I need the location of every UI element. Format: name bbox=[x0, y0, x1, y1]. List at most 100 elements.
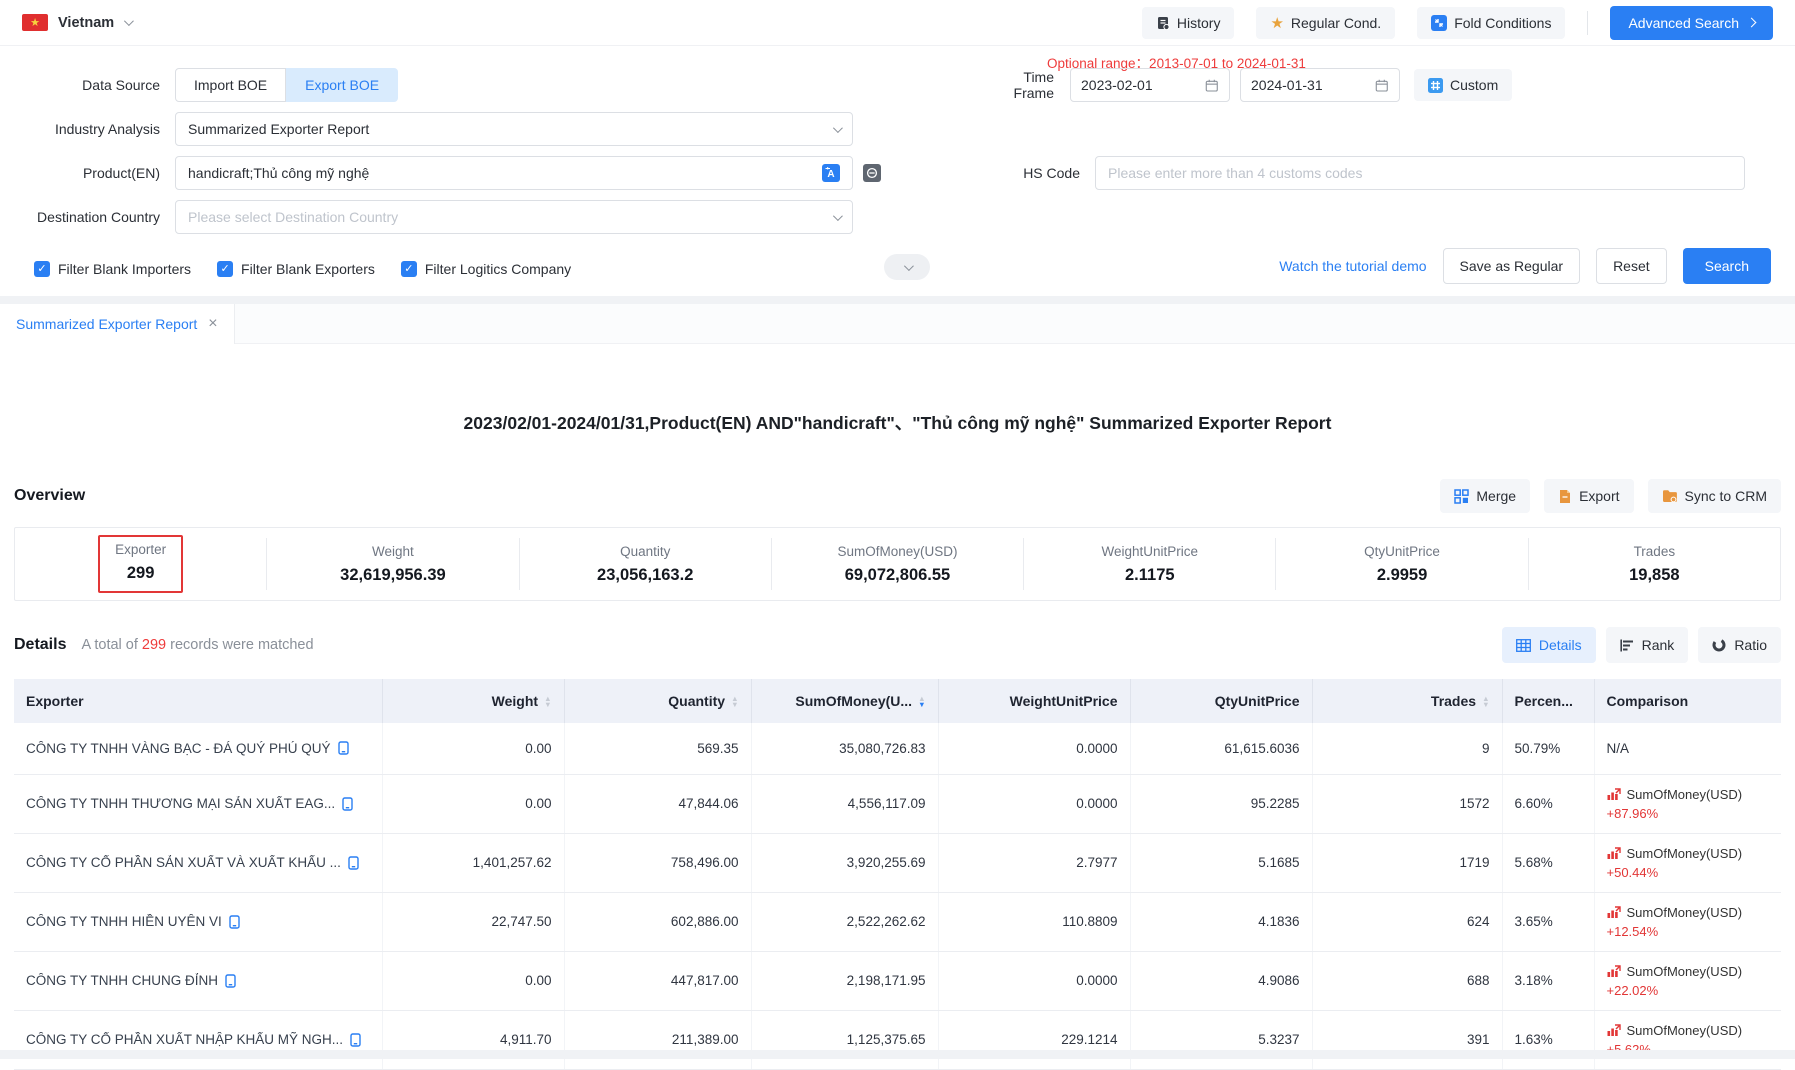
country-selector-label[interactable]: Vietnam bbox=[58, 15, 114, 31]
stat-label: SumOfMoney(USD) bbox=[772, 544, 1023, 559]
view-ratio-button[interactable]: Ratio bbox=[1698, 627, 1781, 663]
chevron-down-icon[interactable] bbox=[124, 16, 134, 26]
table-row[interactable]: CÔNG TY TNHH CHUNG ĐỈNH 0.00 447,817.00 … bbox=[14, 951, 1781, 1010]
exporter-name[interactable]: CÔNG TY TNHH HIỀN UYÊN VI bbox=[26, 914, 222, 929]
col-quantity[interactable]: Quantity▲▼ bbox=[564, 679, 751, 723]
star-icon: ★ bbox=[1270, 14, 1283, 32]
table-header-row: Exporter Weight▲▼ Quantity▲▼ SumOfMoney(… bbox=[14, 679, 1781, 723]
date-to-input[interactable] bbox=[1251, 77, 1375, 93]
exporter-name[interactable]: CÔNG TY CỔ PHẦN XUẤT NHẬP KHẨU MỸ NGH... bbox=[26, 1032, 343, 1047]
checkbox-filter-blank-exporters[interactable]: ✓ Filter Blank Exporters bbox=[217, 261, 375, 277]
reset-button[interactable]: Reset bbox=[1596, 248, 1667, 284]
contact-icon[interactable] bbox=[338, 741, 349, 755]
result-tabbar: Summarized Exporter Report × bbox=[0, 304, 1795, 344]
horizontal-scrollbar[interactable] bbox=[0, 1050, 1795, 1059]
exporter-name[interactable]: CÔNG TY TNHH CHUNG ĐỈNH bbox=[26, 973, 218, 988]
percentage-cell: 6.60% bbox=[1502, 774, 1594, 833]
translate-icon[interactable]: A bbox=[822, 164, 840, 182]
export-button[interactable]: Export bbox=[1544, 479, 1633, 513]
exporter-name[interactable]: CÔNG TY CỔ PHẦN SẢN XUẤT VÀ XUẤT KHẨU ..… bbox=[26, 855, 341, 870]
stat-label: Quantity bbox=[520, 544, 771, 559]
advanced-search-button[interactable]: Advanced Search bbox=[1610, 6, 1773, 40]
contact-icon[interactable] bbox=[348, 856, 359, 870]
qty-unit-price-cell: 5.1685 bbox=[1130, 833, 1312, 892]
trend-up-icon bbox=[1607, 847, 1621, 859]
industry-analysis-select[interactable]: Summarized Exporter Report bbox=[175, 112, 853, 146]
date-to-field[interactable] bbox=[1240, 68, 1400, 102]
details-row: Details A total of299records were matche… bbox=[14, 627, 1781, 663]
col-weight[interactable]: Weight▲▼ bbox=[382, 679, 564, 723]
comparison-cell: SumOfMoney(USD) +50.44% bbox=[1594, 833, 1781, 892]
contact-icon[interactable] bbox=[229, 915, 240, 929]
expand-conditions-button[interactable] bbox=[884, 254, 930, 280]
regular-cond-button[interactable]: ★ Regular Cond. bbox=[1256, 7, 1395, 39]
merge-button[interactable]: Merge bbox=[1440, 479, 1530, 513]
col-trades[interactable]: Trades▲▼ bbox=[1312, 679, 1502, 723]
checkbox-filter-logitics-company[interactable]: ✓ Filter Logitics Company bbox=[401, 261, 571, 277]
custom-range-button[interactable]: Custom bbox=[1414, 69, 1512, 101]
table-row[interactable]: CÔNG TY CỔ PHẦN XUẤT NHẬP KHẨU MỸ NGH...… bbox=[14, 1010, 1781, 1069]
report-title: 2023/02/01-2024/01/31,Product(EN) AND"ha… bbox=[14, 410, 1781, 435]
percentage-cell: 3.65% bbox=[1502, 892, 1594, 951]
export-boe-button[interactable]: Export BOE bbox=[286, 68, 398, 102]
weight-cell: 0.00 bbox=[382, 951, 564, 1010]
sort-icons[interactable]: ▲▼ bbox=[731, 696, 738, 708]
view-details-button[interactable]: Details bbox=[1502, 627, 1596, 663]
view-rank-button[interactable]: Rank bbox=[1606, 627, 1689, 663]
percentage-cell: 3.18% bbox=[1502, 951, 1594, 1010]
export-icon bbox=[1558, 489, 1572, 504]
date-from-input[interactable] bbox=[1081, 77, 1205, 93]
custom-range-label: Custom bbox=[1450, 77, 1498, 93]
table-row[interactable]: CÔNG TY TNHH HIỀN UYÊN VI 22,747.50 602,… bbox=[14, 892, 1781, 951]
exporter-name[interactable]: CÔNG TY TNHH THƯƠNG MẠI SẢN XUẤT EAG... bbox=[26, 796, 335, 811]
table-row[interactable]: CÔNG TY CỔ PHẦN SẢN XUẤT VÀ XUẤT KHẨU ..… bbox=[14, 833, 1781, 892]
calendar-icon[interactable] bbox=[1205, 78, 1219, 93]
col-sum-of-money[interactable]: SumOfMoney(U...▲▼ bbox=[751, 679, 938, 723]
contact-icon[interactable] bbox=[342, 797, 353, 811]
overview-stat-card: Exporter 299 Weight 32,619,956.39 Quanti… bbox=[14, 527, 1781, 601]
comparison-cell: N/A bbox=[1594, 723, 1781, 774]
hs-code-input[interactable] bbox=[1095, 156, 1745, 190]
date-from-field[interactable] bbox=[1070, 68, 1230, 102]
destination-country-select[interactable]: Please select Destination Country bbox=[175, 200, 853, 234]
exclude-keyword-icon[interactable] bbox=[863, 164, 881, 182]
history-button[interactable]: History bbox=[1142, 7, 1235, 39]
stat-value: 32,619,956.39 bbox=[267, 566, 518, 585]
table-row[interactable]: CÔNG TY TNHH VÀNG BẠC - ĐÁ QUÝ PHÚ QUÝ 0… bbox=[14, 723, 1781, 774]
exporter-name[interactable]: CÔNG TY TNHH VÀNG BẠC - ĐÁ QUÝ PHÚ QUÝ bbox=[26, 741, 331, 756]
save-as-regular-button[interactable]: Save as Regular bbox=[1443, 248, 1581, 284]
sync-to-crm-button[interactable]: Sync to CRM bbox=[1648, 479, 1781, 513]
trend-up-icon bbox=[1607, 965, 1621, 977]
report-content: 2023/02/01-2024/01/31,Product(EN) AND"ha… bbox=[0, 410, 1795, 1070]
checkbox-checked-icon: ✓ bbox=[217, 261, 233, 277]
checkbox-filter-blank-importers[interactable]: ✓ Filter Blank Importers bbox=[34, 261, 191, 277]
tab-summarized-exporter-report[interactable]: Summarized Exporter Report × bbox=[0, 304, 235, 344]
calendar-icon[interactable] bbox=[1375, 78, 1389, 93]
vietnam-flag-icon: ★ bbox=[22, 14, 48, 31]
sort-icons[interactable]: ▲▼ bbox=[1482, 696, 1489, 708]
import-boe-button[interactable]: Import BOE bbox=[175, 68, 286, 102]
regular-cond-label: Regular Cond. bbox=[1291, 15, 1381, 31]
close-icon[interactable]: × bbox=[208, 315, 217, 333]
svg-text:A: A bbox=[827, 169, 834, 180]
weight-cell: 4,911.70 bbox=[382, 1010, 564, 1069]
trend-up-icon bbox=[1607, 906, 1621, 918]
tutorial-demo-link[interactable]: Watch the tutorial demo bbox=[1279, 258, 1426, 274]
sort-icons-active-desc[interactable]: ▲▼ bbox=[918, 696, 925, 708]
weight-unit-price-cell: 0.0000 bbox=[938, 951, 1130, 1010]
topbar: ★ Vietnam History ★ Regular Cond. Fold C… bbox=[0, 0, 1795, 46]
product-en-input[interactable] bbox=[188, 165, 814, 181]
col-weight-unit-price: WeightUnitPrice bbox=[938, 679, 1130, 723]
comparison-cell: SumOfMoney(USD) +5.62% bbox=[1594, 1010, 1781, 1069]
chevron-down-icon bbox=[903, 261, 913, 271]
contact-icon[interactable] bbox=[350, 1033, 361, 1047]
comparison-change: +12.54% bbox=[1607, 924, 1770, 939]
advanced-search-label: Advanced Search bbox=[1628, 15, 1739, 31]
search-button[interactable]: Search bbox=[1683, 248, 1771, 284]
sort-icons[interactable]: ▲▼ bbox=[544, 696, 551, 708]
contact-icon[interactable] bbox=[225, 974, 236, 988]
table-row[interactable]: CÔNG TY TNHH THƯƠNG MẠI SẢN XUẤT EAG... … bbox=[14, 774, 1781, 833]
export-label: Export bbox=[1579, 488, 1619, 504]
product-en-field[interactable]: A bbox=[175, 156, 853, 190]
fold-conditions-button[interactable]: Fold Conditions bbox=[1417, 7, 1565, 39]
